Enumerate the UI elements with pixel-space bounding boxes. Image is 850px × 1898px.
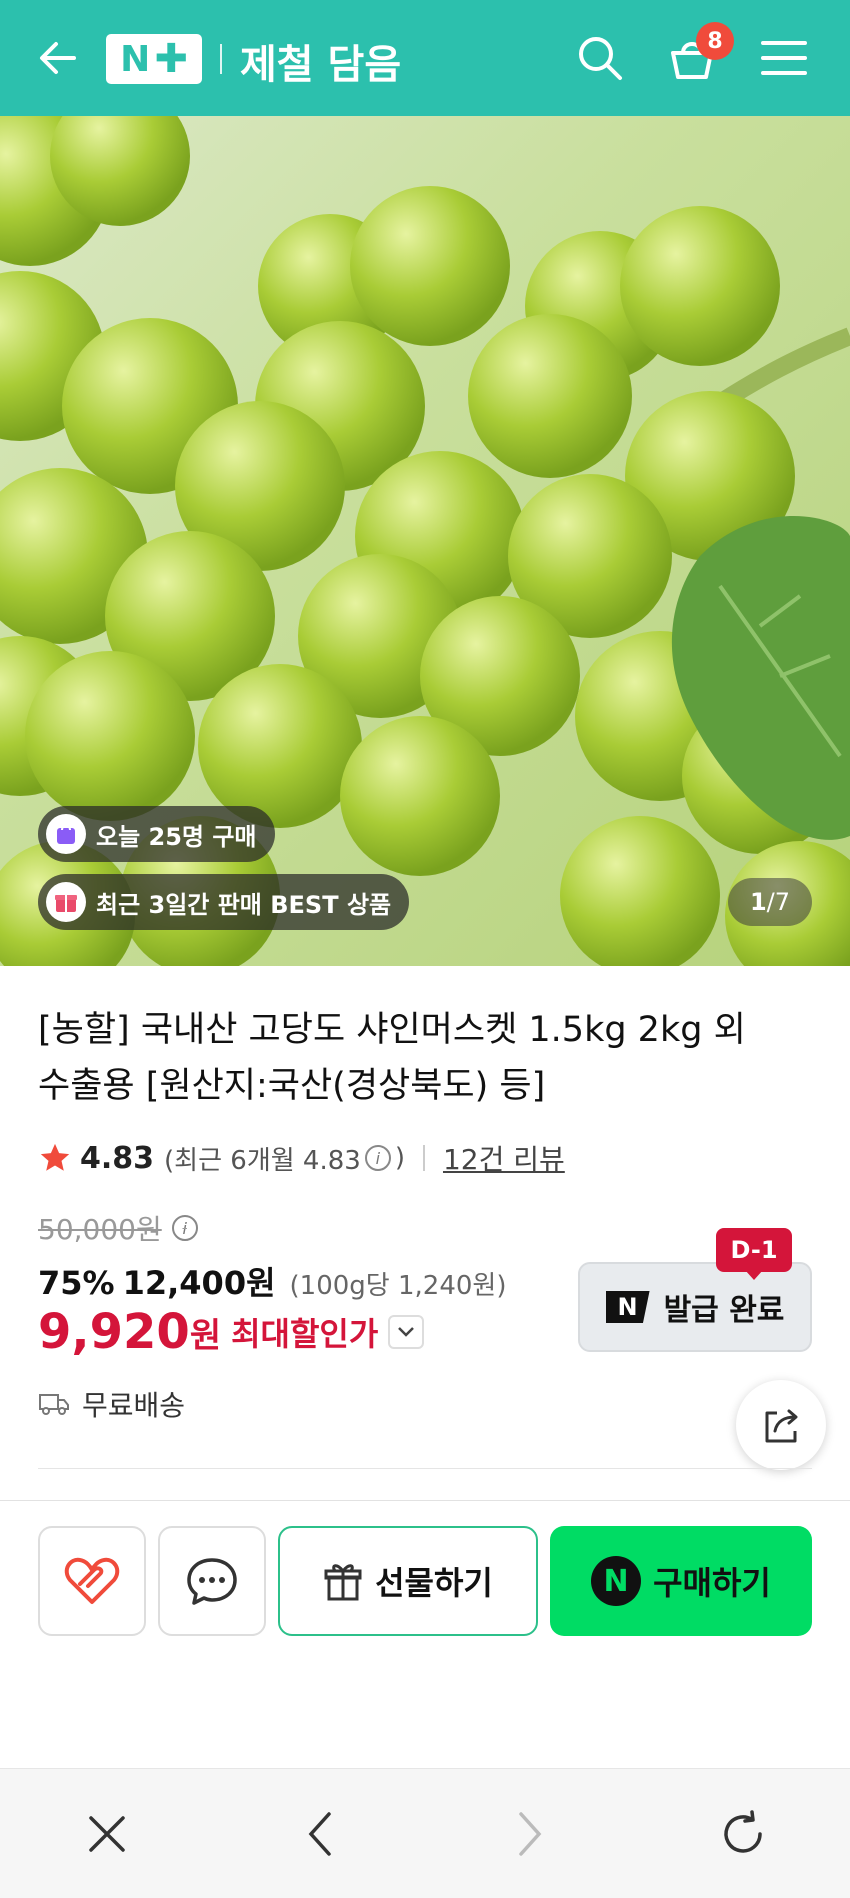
- chevron-left-icon: [308, 1812, 331, 1856]
- reload-button[interactable]: [708, 1799, 778, 1869]
- share-icon: [765, 1409, 798, 1443]
- price-info-icon[interactable]: i: [171, 1215, 198, 1241]
- final-price-currency: 원: [189, 1315, 222, 1356]
- browser-back-button[interactable]: [286, 1799, 356, 1869]
- back-arrow-icon: [40, 42, 76, 74]
- buy-button[interactable]: N 구매하기: [550, 1526, 812, 1636]
- cart-count-badge: 8: [696, 22, 734, 60]
- recent-rating-text: (최근 6개월 4.83: [164, 1145, 361, 1176]
- delivery-text: 무료배송: [82, 1389, 186, 1422]
- recent-rating: (최근 6개월 4.83 i ): [164, 1140, 405, 1177]
- menu-icon: [761, 41, 807, 75]
- browser-forward-button[interactable]: [494, 1799, 564, 1869]
- share-button[interactable]: [736, 1380, 826, 1470]
- page-current: 1: [749, 888, 767, 916]
- naver-pay-logo: N: [591, 1556, 642, 1606]
- logo-letter: N: [120, 38, 151, 80]
- rating-divider: [422, 1145, 425, 1171]
- chevron-down-icon: [398, 1327, 415, 1337]
- final-price-row: 9,920 원 최대할인가: [38, 1304, 425, 1360]
- chat-button[interactable]: [158, 1526, 266, 1636]
- app-header: N ✚ 제철 담음 8: [0, 0, 850, 116]
- search-button[interactable]: [570, 28, 630, 88]
- star-icon: [40, 1143, 70, 1171]
- max-discount-label: 최대할인가: [231, 1315, 379, 1353]
- today-purchase-badge: 오늘 25명 구매: [38, 806, 275, 862]
- store-name[interactable]: 제철 담음: [240, 32, 401, 90]
- heart-icon: [64, 1557, 120, 1604]
- dday-badge-tail: [745, 1270, 763, 1280]
- discount-rate: 75%: [38, 1264, 115, 1302]
- gift-icon: [324, 1564, 362, 1601]
- sale-price-row: 75% 12,400원 (100g당 1,240원): [38, 1258, 507, 1304]
- search-icon: [579, 37, 622, 80]
- gift-label: 선물하기: [375, 1564, 493, 1602]
- buy-label: 구매하기: [653, 1564, 771, 1602]
- best-seller-text: 최근 3일간 판매 BEST 상품: [96, 890, 392, 919]
- reload-icon: [724, 1810, 762, 1853]
- browser-toolbar: [0, 1768, 850, 1898]
- recent-rating-close: ): [394, 1143, 405, 1173]
- rating-score: 4.83: [80, 1140, 155, 1176]
- logo-divider: [220, 44, 222, 74]
- delivery-info: 무료배송: [38, 1384, 185, 1424]
- store-logo[interactable]: N ✚: [106, 34, 202, 84]
- chat-icon: [187, 1558, 237, 1605]
- best-seller-badge: 최근 3일간 판매 BEST 상품: [38, 874, 410, 930]
- product-image[interactable]: 오늘 25명 구매 최근 3일간 판매 BEST 상품 1/7: [0, 116, 850, 966]
- product-title: [농할] 국내산 고당도 샤인머스켓 1.5kg 2kg 외 수출용 [원산지:…: [38, 1010, 746, 1106]
- back-button[interactable]: [30, 30, 86, 86]
- divider: [0, 1500, 850, 1501]
- final-price: 9,920: [38, 1304, 190, 1360]
- page-total: /7: [766, 888, 791, 916]
- rating-row: 4.83 (최근 6개월 4.83 i ) 12건 리뷰: [38, 1136, 565, 1180]
- gift-button[interactable]: 선물하기: [278, 1526, 538, 1636]
- close-button[interactable]: [72, 1799, 142, 1869]
- unit-price: (100g당 1,240원): [289, 1271, 507, 1301]
- truck-icon: [39, 1394, 69, 1415]
- naver-n-logo: N: [605, 1291, 650, 1323]
- divider: [38, 1468, 812, 1469]
- gift-box-icon: [46, 882, 86, 922]
- info-icon[interactable]: i: [364, 1145, 391, 1171]
- dday-badge: D-1: [716, 1228, 792, 1272]
- coupon-issued-button[interactable]: N 발급 완료: [578, 1262, 812, 1352]
- wishlist-button[interactable]: [38, 1526, 146, 1636]
- bag-icon: [46, 814, 86, 854]
- chevron-right-icon: [519, 1812, 542, 1856]
- original-price: 50,000원 i: [38, 1208, 202, 1248]
- today-purchase-text: 오늘 25명 구매: [96, 822, 257, 851]
- plus-icon: ✚: [154, 36, 188, 82]
- original-price-text: 50,000원: [38, 1213, 162, 1246]
- menu-button[interactable]: [754, 28, 814, 88]
- price-detail-toggle[interactable]: [388, 1315, 425, 1349]
- image-page-counter: 1/7: [728, 878, 812, 926]
- sale-price: 12,400원: [122, 1264, 276, 1302]
- coupon-label: 발급 완료: [663, 1293, 785, 1328]
- close-icon: [89, 1816, 125, 1852]
- review-count-link[interactable]: 12건 리뷰: [443, 1138, 565, 1178]
